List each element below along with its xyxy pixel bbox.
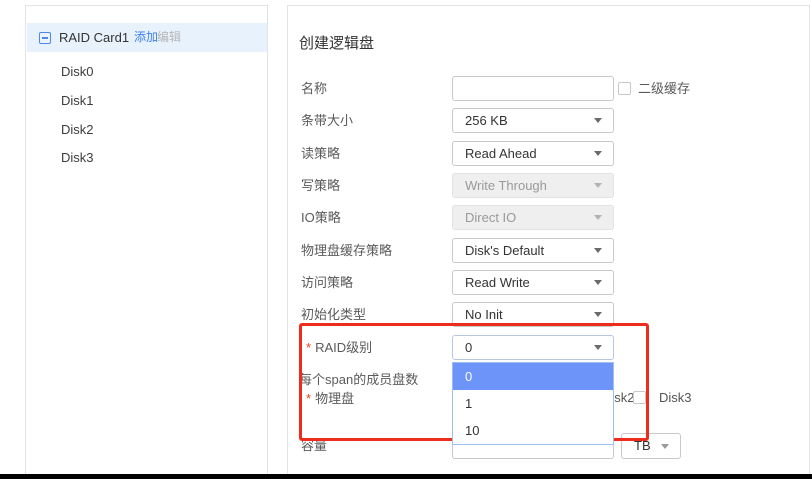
tree-item-disk2[interactable]: Disk2: [61, 117, 241, 143]
raid-level-select[interactable]: 0: [452, 335, 614, 360]
name-row: 名称 二级缓存: [288, 76, 811, 102]
raid-level-label: * RAID级别: [306, 335, 372, 360]
required-marker: *: [306, 340, 311, 355]
add-link[interactable]: 添加: [134, 23, 158, 52]
write-policy-value: Write Through: [465, 174, 547, 197]
tree-item-disk3[interactable]: Disk3: [61, 145, 241, 171]
collapse-minus-icon[interactable]: [39, 32, 51, 44]
tree-item-raid-card[interactable]: RAID Card1 添加 编辑: [27, 23, 267, 52]
io-policy-row: IO策略 Direct IO: [288, 205, 811, 231]
disk-cache-policy-value: Disk's Default: [465, 239, 544, 262]
stripe-size-select[interactable]: 256 KB: [452, 108, 614, 133]
read-policy-row: 读策略 Read Ahead: [288, 141, 811, 167]
read-policy-value: Read Ahead: [465, 142, 537, 165]
edit-link[interactable]: 编辑: [157, 23, 181, 52]
init-type-row: 初始化类型 No Init: [288, 302, 811, 328]
capacity-unit-select[interactable]: TB: [621, 433, 681, 459]
chevron-down-icon: [594, 183, 602, 188]
write-policy-row: 写策略 Write Through: [288, 173, 811, 199]
disk3-checkbox[interactable]: [633, 391, 646, 404]
raid-level-dropdown: 0 1 10: [452, 362, 614, 445]
page-title: 创建逻辑盘: [299, 32, 374, 53]
chevron-down-icon: [594, 345, 602, 350]
init-type-select[interactable]: No Init: [452, 302, 614, 327]
secondary-cache-label: 二级缓存: [638, 81, 690, 96]
name-input[interactable]: [452, 76, 614, 101]
io-policy-value: Direct IO: [465, 206, 516, 229]
dropdown-option-10[interactable]: 10: [453, 417, 613, 444]
access-policy-label: 访问策略: [301, 270, 353, 295]
physical-disks-label: * 物理盘: [306, 386, 354, 411]
tree-item-disk0[interactable]: Disk0: [61, 59, 241, 85]
raid-level-label-text: RAID级别: [315, 340, 372, 355]
raid-level-value: 0: [465, 336, 472, 359]
init-type-value: No Init: [465, 303, 503, 326]
access-policy-select[interactable]: Read Write: [452, 270, 614, 295]
raid-card-label: RAID Card1: [59, 23, 129, 52]
chevron-down-icon: [594, 215, 602, 220]
tree-item-disk1[interactable]: Disk1: [61, 88, 241, 114]
disk-cache-policy-select[interactable]: Disk's Default: [452, 238, 614, 263]
stripe-size-value: 256 KB: [465, 109, 508, 132]
access-policy-value: Read Write: [465, 271, 530, 294]
write-policy-label: 写策略: [301, 173, 340, 198]
disk-cache-policy-row: 物理盘缓存策略 Disk's Default: [288, 238, 811, 264]
required-marker: *: [306, 391, 311, 406]
io-policy-select: Direct IO: [452, 205, 614, 230]
secondary-cache-checkbox[interactable]: [618, 82, 631, 95]
read-policy-select[interactable]: Read Ahead: [452, 141, 614, 166]
stripe-size-row: 条带大小 256 KB: [288, 108, 811, 134]
raid-tree-panel: RAID Card1 添加 编辑 Disk0 Disk1 Disk2 Disk3: [25, 5, 268, 475]
capacity-label: 容量: [301, 433, 327, 458]
physical-disks-label-text: 物理盘: [315, 391, 354, 406]
chevron-down-icon: [594, 248, 602, 253]
create-logical-disk-panel: 创建逻辑盘 名称 二级缓存 条带大小 256 KB 读策略 Read Ahead: [287, 5, 810, 475]
read-policy-label: 读策略: [301, 141, 340, 166]
page-bottom-border: [0, 474, 812, 479]
write-policy-select: Write Through: [452, 173, 614, 198]
init-type-label: 初始化类型: [301, 302, 366, 327]
dropdown-option-1[interactable]: 1: [453, 390, 613, 417]
io-policy-label: IO策略: [301, 205, 341, 230]
stripe-size-label: 条带大小: [301, 108, 353, 133]
dropdown-option-0[interactable]: 0: [453, 363, 613, 390]
capacity-unit-value: TB: [634, 434, 651, 458]
chevron-down-icon: [594, 312, 602, 317]
name-label: 名称: [301, 76, 327, 101]
disk-cache-policy-label: 物理盘缓存策略: [301, 238, 392, 263]
access-policy-row: 访问策略 Read Write: [288, 270, 811, 296]
page: RAID Card1 添加 编辑 Disk0 Disk1 Disk2 Disk3…: [0, 0, 812, 479]
chevron-down-icon: [594, 151, 602, 156]
chevron-down-icon: [594, 118, 602, 123]
disk3-checkbox-label: Disk3: [659, 391, 692, 405]
chevron-down-icon: [661, 444, 669, 449]
chevron-down-icon: [594, 280, 602, 285]
raid-level-row: * RAID级别 0: [288, 335, 811, 361]
